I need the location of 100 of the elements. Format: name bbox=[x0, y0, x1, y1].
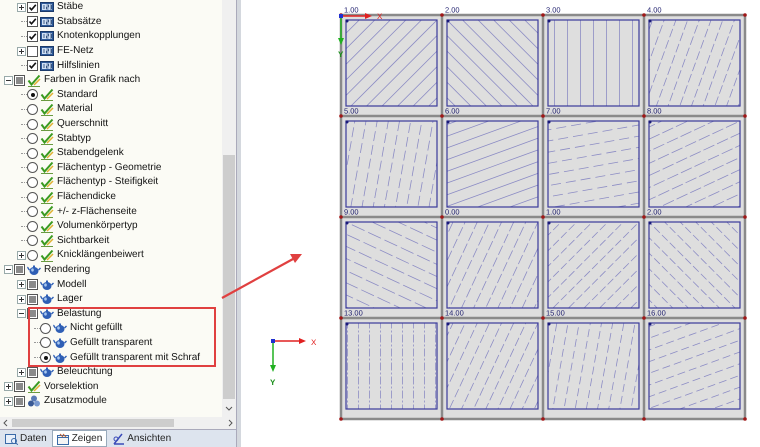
axis-label: X bbox=[377, 12, 382, 21]
tree-item-label[interactable]: Rendering bbox=[44, 264, 90, 276]
checkbox[interactable] bbox=[27, 46, 38, 57]
tree-item-label[interactable]: Nicht gefüllt bbox=[70, 322, 122, 334]
tree-item-label[interactable]: Standard bbox=[57, 88, 98, 101]
tree-item-label[interactable]: Volumenkörpertyp bbox=[57, 220, 138, 232]
teapot-icon bbox=[53, 352, 67, 364]
radio-button[interactable] bbox=[27, 176, 38, 188]
radio-button[interactable] bbox=[27, 148, 38, 159]
tree-item-label[interactable]: Querschnitt bbox=[57, 118, 108, 130]
scroll-right-icon[interactable] bbox=[228, 419, 233, 427]
tree-item-label[interactable]: Hilfslinien bbox=[57, 60, 100, 72]
radio-button[interactable] bbox=[27, 192, 38, 203]
expander-toggle[interactable] bbox=[16, 368, 26, 377]
tree-item-label[interactable]: Farben in Grafik nach bbox=[44, 74, 140, 86]
tree-item-label[interactable]: Flächendicke bbox=[57, 191, 116, 204]
tree-item-label[interactable]: Zusatzmodule bbox=[44, 395, 107, 408]
tree-item-label[interactable]: Stabsätze bbox=[57, 16, 102, 28]
radio-button[interactable] bbox=[27, 206, 38, 218]
tree-item-label[interactable]: Beleuchtung bbox=[57, 366, 113, 378]
tree-item-label[interactable]: Lager bbox=[57, 293, 83, 306]
horizontal-scrollbar[interactable] bbox=[0, 417, 236, 429]
panel-tab[interactable]: Zeigen bbox=[52, 430, 108, 447]
number-list-icon bbox=[40, 2, 54, 12]
tree-item-label[interactable]: Material bbox=[57, 103, 93, 116]
axis-label: Y bbox=[270, 378, 276, 387]
check-pencil-icon bbox=[40, 190, 54, 204]
checkbox[interactable] bbox=[14, 264, 25, 276]
panel-tab[interactable]: Daten bbox=[0, 430, 52, 447]
checkbox[interactable] bbox=[14, 396, 25, 407]
checkbox[interactable] bbox=[27, 30, 38, 42]
tree-item-label[interactable]: Flächentyp - Geometrie bbox=[57, 162, 162, 174]
expander-toggle[interactable] bbox=[16, 46, 26, 56]
checkbox[interactable] bbox=[27, 60, 38, 72]
x-axis-arrow bbox=[341, 13, 372, 19]
expander-toggle[interactable] bbox=[4, 76, 12, 85]
check-pencil-icon bbox=[40, 161, 54, 174]
check-pencil-icon bbox=[40, 118, 54, 131]
radio-button[interactable] bbox=[27, 118, 38, 130]
radio-button[interactable] bbox=[27, 162, 38, 174]
tree-item-label[interactable]: Belastung bbox=[57, 308, 102, 320]
expander-toggle[interactable] bbox=[4, 396, 12, 406]
check-pencil-icon bbox=[40, 248, 54, 262]
expander-toggle[interactable] bbox=[16, 250, 26, 260]
number-list-icon bbox=[40, 46, 54, 56]
expander-toggle[interactable] bbox=[4, 382, 12, 392]
tree-item-label[interactable]: Stabtyp bbox=[57, 132, 91, 145]
tree-item-label[interactable]: Vorselektion bbox=[44, 380, 98, 393]
data-magnifier-icon bbox=[5, 432, 18, 444]
scroll-left-icon[interactable] bbox=[3, 419, 8, 427]
view-angle-icon bbox=[112, 432, 126, 444]
check-pencil-icon bbox=[40, 146, 54, 160]
checkbox[interactable] bbox=[27, 2, 38, 13]
checkbox[interactable] bbox=[27, 16, 38, 28]
tree-item-label[interactable]: Modell bbox=[57, 278, 86, 291]
check-pencil-icon bbox=[40, 88, 54, 102]
check-pencil-icon bbox=[40, 176, 54, 189]
checkbox[interactable] bbox=[27, 366, 38, 378]
teapot-icon bbox=[40, 278, 54, 291]
scroll-down-icon[interactable] bbox=[225, 406, 233, 411]
tree-item-label[interactable]: Gefüllt transparent mit Schraf bbox=[70, 352, 200, 364]
checkbox[interactable] bbox=[14, 381, 25, 392]
radio-button[interactable] bbox=[40, 352, 51, 364]
y-axis-arrow bbox=[270, 341, 276, 372]
radio-button[interactable] bbox=[27, 250, 38, 261]
vertical-scrollbar[interactable] bbox=[222, 0, 236, 417]
tree-item-label[interactable]: Stabendgelenk bbox=[57, 147, 124, 160]
teapot-icon bbox=[40, 293, 54, 306]
expander-toggle[interactable] bbox=[16, 2, 26, 12]
radio-button[interactable] bbox=[27, 220, 38, 232]
number-list-icon bbox=[40, 31, 54, 42]
checkbox[interactable] bbox=[27, 279, 38, 290]
axis-label: X bbox=[311, 338, 316, 347]
radio-button[interactable] bbox=[27, 104, 38, 115]
teapot-icon bbox=[40, 366, 54, 378]
tree-item-label[interactable]: Sichtbarkeit bbox=[57, 234, 110, 247]
tree-item-label[interactable]: +/- z-Flächenseite bbox=[57, 206, 137, 218]
radio-button[interactable] bbox=[27, 235, 38, 246]
checkbox[interactable] bbox=[27, 294, 38, 305]
check-pencil-icon bbox=[27, 74, 41, 87]
panel-tab[interactable]: Ansichten bbox=[107, 430, 176, 447]
radio-button[interactable] bbox=[40, 337, 51, 348]
checkbox[interactable] bbox=[14, 74, 25, 86]
tree-item-label[interactable]: Stäbe bbox=[57, 1, 84, 14]
origin-marker bbox=[271, 339, 275, 343]
radio-button[interactable] bbox=[27, 133, 38, 144]
tree-item-label[interactable]: Knotenkopplungen bbox=[57, 30, 140, 42]
radio-button[interactable] bbox=[40, 322, 51, 334]
expander-toggle[interactable] bbox=[16, 294, 26, 304]
tree-item-label[interactable]: Gefüllt transparent bbox=[70, 336, 152, 349]
window-icon bbox=[56, 432, 70, 444]
tree-item-label[interactable]: Knicklängenbeiwert bbox=[57, 249, 144, 262]
expander-toggle[interactable] bbox=[16, 309, 26, 318]
expander-toggle[interactable] bbox=[16, 280, 26, 290]
check-pencil-icon bbox=[40, 234, 54, 248]
expander-toggle[interactable] bbox=[4, 265, 12, 274]
tree-item-label[interactable]: Flächentyp - Steifigkeit bbox=[57, 176, 158, 188]
modules-icon bbox=[27, 395, 41, 408]
tree-item-label[interactable]: FE-Netz bbox=[57, 45, 94, 58]
radio-button[interactable] bbox=[27, 89, 38, 100]
